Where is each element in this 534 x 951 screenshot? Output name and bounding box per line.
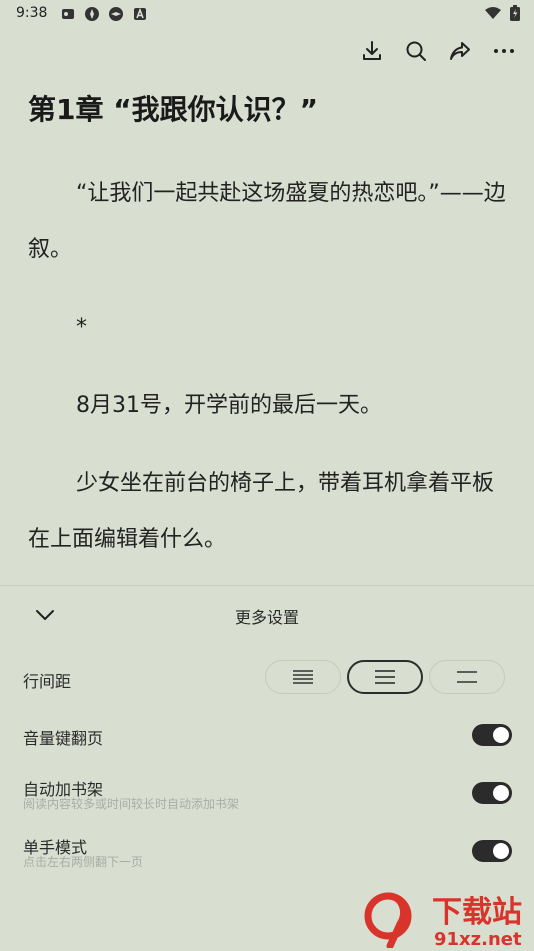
paragraph: * bbox=[76, 315, 87, 340]
line-spacing-selector bbox=[265, 660, 505, 694]
line-spacing-wide-icon bbox=[457, 671, 477, 683]
more-button[interactable] bbox=[492, 36, 516, 66]
status-icons-left bbox=[60, 6, 148, 22]
paragraph: 8月31号，开学前的最后一天。 bbox=[76, 393, 382, 418]
paragraph: “让我们一起共赴这场盛夏的热恋吧。”——边叙。 bbox=[28, 181, 506, 262]
panel-title: 更多设置 bbox=[234, 608, 299, 627]
status-time: 9:38 bbox=[16, 5, 48, 21]
chapter-title: 第1章 “我跟你认识？” bbox=[28, 93, 319, 126]
line-spacing-compact-icon bbox=[293, 670, 313, 684]
auto-shelf-description: 阅读内容较多或时间较长时自动添加书架 bbox=[23, 797, 240, 811]
line-spacing-compact-button[interactable] bbox=[265, 660, 341, 694]
line-spacing-normal-icon bbox=[375, 670, 395, 684]
download-button[interactable] bbox=[360, 36, 384, 66]
battery-icon bbox=[510, 5, 520, 21]
share-button[interactable] bbox=[448, 36, 472, 66]
one-hand-toggle[interactable] bbox=[472, 840, 512, 862]
more-icon bbox=[494, 49, 514, 53]
app-icon bbox=[85, 7, 99, 21]
toggle-knob bbox=[493, 843, 509, 859]
status-bar: 9:38 bbox=[0, 0, 534, 28]
watermark-title: 下载站 bbox=[432, 895, 522, 930]
search-icon bbox=[406, 41, 426, 61]
toggle-knob bbox=[493, 785, 509, 801]
search-button[interactable] bbox=[404, 36, 428, 66]
volume-key-toggle[interactable] bbox=[472, 724, 512, 746]
volume-key-label: 音量键翻页 bbox=[23, 729, 104, 748]
watermark-url: 91xz.net bbox=[434, 929, 522, 948]
notification-icon bbox=[134, 7, 146, 20]
app-icon bbox=[109, 7, 123, 21]
toggle-knob bbox=[493, 727, 509, 743]
one-hand-description: 点击左右两侧翻下一页 bbox=[23, 855, 144, 869]
download-icon bbox=[363, 41, 381, 60]
paragraph: 少女坐在前台的椅子上，带着耳机拿着平板在上面编辑着什么。 bbox=[28, 471, 495, 552]
share-icon bbox=[450, 42, 470, 60]
site-watermark-logo: 下载站 91xz.net bbox=[364, 892, 522, 948]
line-spacing-wide-button[interactable] bbox=[429, 660, 505, 694]
wifi-icon bbox=[485, 7, 501, 19]
auto-shelf-toggle[interactable] bbox=[472, 782, 512, 804]
line-spacing-label: 行间距 bbox=[23, 672, 72, 691]
status-icons-right bbox=[484, 5, 520, 21]
line-spacing-normal-button[interactable] bbox=[347, 660, 423, 694]
sim-icon bbox=[62, 9, 74, 19]
reader-toolbar bbox=[360, 36, 516, 66]
